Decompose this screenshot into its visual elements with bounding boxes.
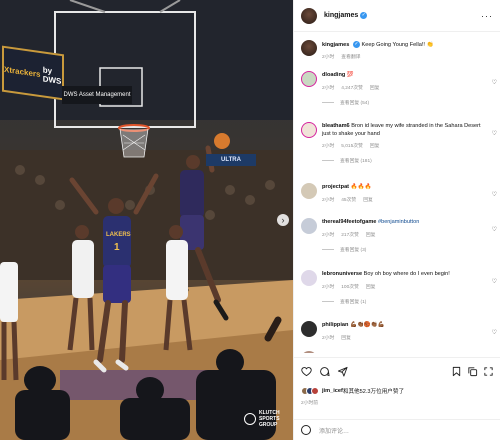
comment-hashtag[interactable]: #benjaminbutton: [378, 219, 419, 225]
basketball: [214, 133, 230, 149]
avatar[interactable]: [301, 270, 317, 286]
more-horizontal-icon[interactable]: ···: [481, 11, 493, 21]
header-username[interactable]: kingjames: [324, 12, 358, 19]
backboard-ad: DWS Asset Management: [62, 86, 132, 104]
view-replies-button[interactable]: 查看回复 (181): [322, 157, 485, 164]
post-photo[interactable]: Xtrackers by DWS DWS Asset Management UL…: [0, 0, 293, 440]
view-replies-label: 查看回复 (181): [340, 159, 372, 164]
comment-likes[interactable]: 217次赞: [341, 231, 359, 238]
comment-likes[interactable]: 4,247次赞: [341, 84, 363, 91]
view-replies-button[interactable]: 查看回复 (1): [322, 298, 485, 305]
chevron-right-icon[interactable]: ›: [277, 214, 289, 226]
comments-list[interactable]: kingjames ✓ Keep Going Young Fella!! 👏 2…: [294, 33, 500, 353]
comment-time: 2小时: [322, 335, 335, 341]
comment-time: 2小时: [322, 284, 335, 290]
comment-time: 2小时: [322, 85, 335, 91]
jersey-lakers: LAKERS: [106, 232, 131, 238]
comment-time: 2小时: [322, 197, 335, 203]
comment-text: Boy oh boy where do I even begin!: [363, 271, 450, 277]
comment-username[interactable]: bleatham6: [322, 123, 350, 129]
avatar[interactable]: [301, 40, 317, 56]
ad-brand-b: by DWS: [42, 65, 62, 86]
comment-text: 🔥🔥🔥: [350, 184, 372, 190]
post-time: 2小时前: [301, 401, 319, 406]
avatar[interactable]: [301, 321, 317, 337]
heart-icon[interactable]: ♡: [492, 79, 497, 86]
emoji-icon[interactable]: [301, 425, 311, 435]
avatar[interactable]: [301, 71, 317, 87]
view-replies-button[interactable]: 查看回复 (54): [322, 99, 485, 106]
view-replies-label: 查看回复 (3): [340, 247, 367, 253]
add-comment-bar[interactable]: 添加评论…: [294, 419, 500, 440]
reply-button[interactable]: 回复: [370, 84, 380, 91]
caption-time: 2小时: [322, 55, 335, 61]
liked-by-user[interactable]: jim_icef: [322, 388, 343, 394]
likes-summary[interactable]: jim_icef 和其他52.3万位用户赞了: [301, 387, 494, 395]
arena-banner: ULTRA: [206, 154, 256, 166]
reply-button[interactable]: 回复: [341, 334, 351, 341]
avatar[interactable]: [301, 183, 317, 199]
arena-ad-sign: Xtrackers by DWS: [2, 45, 64, 101]
reply-button[interactable]: 回复: [366, 283, 376, 290]
heart-icon[interactable]: ♡: [492, 191, 497, 198]
send-icon[interactable]: [337, 366, 348, 377]
watermark-line3: GROUP: [259, 422, 278, 428]
verified-badge-icon: ✓: [352, 41, 360, 48]
view-replies-label: 查看回复 (54): [340, 100, 370, 106]
liker-avatars: [301, 387, 319, 395]
liked-by-text: 和其他52.3万位用户赞了: [342, 389, 405, 395]
comment-icon[interactable]: [319, 366, 330, 377]
heart-icon[interactable]: ♡: [492, 278, 497, 285]
view-replies-button[interactable]: 查看回复 (3): [322, 246, 485, 253]
watermark-logo-icon: [244, 413, 256, 425]
caption-username[interactable]: kingjames: [322, 42, 349, 48]
avatar[interactable]: [301, 7, 317, 24]
watermark: KLUTCH SPORTS GROUP: [244, 410, 280, 428]
comment-username[interactable]: dloading: [322, 72, 345, 78]
comment-input[interactable]: 添加评论…: [319, 426, 349, 435]
avatar[interactable]: [301, 218, 317, 234]
post-header: kingjames ✓ ···: [294, 0, 500, 32]
expand-icon[interactable]: [483, 366, 494, 377]
comment-time: 2小时: [322, 232, 335, 238]
post-side-panel: kingjames ✓ ··· kingjames ✓ Keep Going Y…: [293, 0, 500, 440]
verified-badge-icon: ✓: [360, 12, 368, 19]
comment-likes[interactable]: 45次赞: [341, 196, 356, 203]
reply-button[interactable]: 回复: [370, 142, 380, 149]
bookmark-icon[interactable]: [451, 366, 462, 377]
comment-likes[interactable]: 5,015次赞: [341, 142, 363, 149]
comment-text: 💪🏾👏🏾🏀👏🏾💪🏾: [349, 322, 385, 328]
post-actions: jim_icef 和其他52.3万位用户赞了 2小时前: [294, 357, 500, 406]
view-replies-label: 查看回复 (1): [340, 299, 367, 305]
avatar[interactable]: [301, 351, 317, 353]
heart-icon[interactable]: ♡: [492, 226, 497, 233]
heart-icon[interactable]: [301, 366, 312, 377]
comment-text: 💯: [346, 72, 354, 78]
reply-button[interactable]: 回复: [366, 231, 376, 238]
comment-time: 2小时: [322, 144, 335, 149]
caption-text: Keep Going Young Fella!! 👏: [361, 41, 434, 48]
heart-icon[interactable]: ♡: [492, 329, 497, 336]
avatar[interactable]: [301, 122, 317, 138]
comment-username[interactable]: thereal94feetofgame: [322, 219, 376, 225]
heart-icon[interactable]: ♡: [492, 130, 497, 137]
translate-link[interactable]: 查看翻译: [341, 53, 360, 60]
reply-button[interactable]: 回复: [363, 196, 373, 203]
comment-username[interactable]: lebronuniverse: [322, 271, 362, 277]
copy-icon[interactable]: [467, 366, 478, 377]
ad-brand-a: Xtrackers: [4, 64, 41, 79]
comment-username[interactable]: projectpat: [322, 184, 349, 190]
comment-likes[interactable]: 100次赞: [341, 283, 359, 290]
jersey-number: 1: [114, 242, 120, 253]
comment-username[interactable]: philippian: [322, 322, 348, 328]
